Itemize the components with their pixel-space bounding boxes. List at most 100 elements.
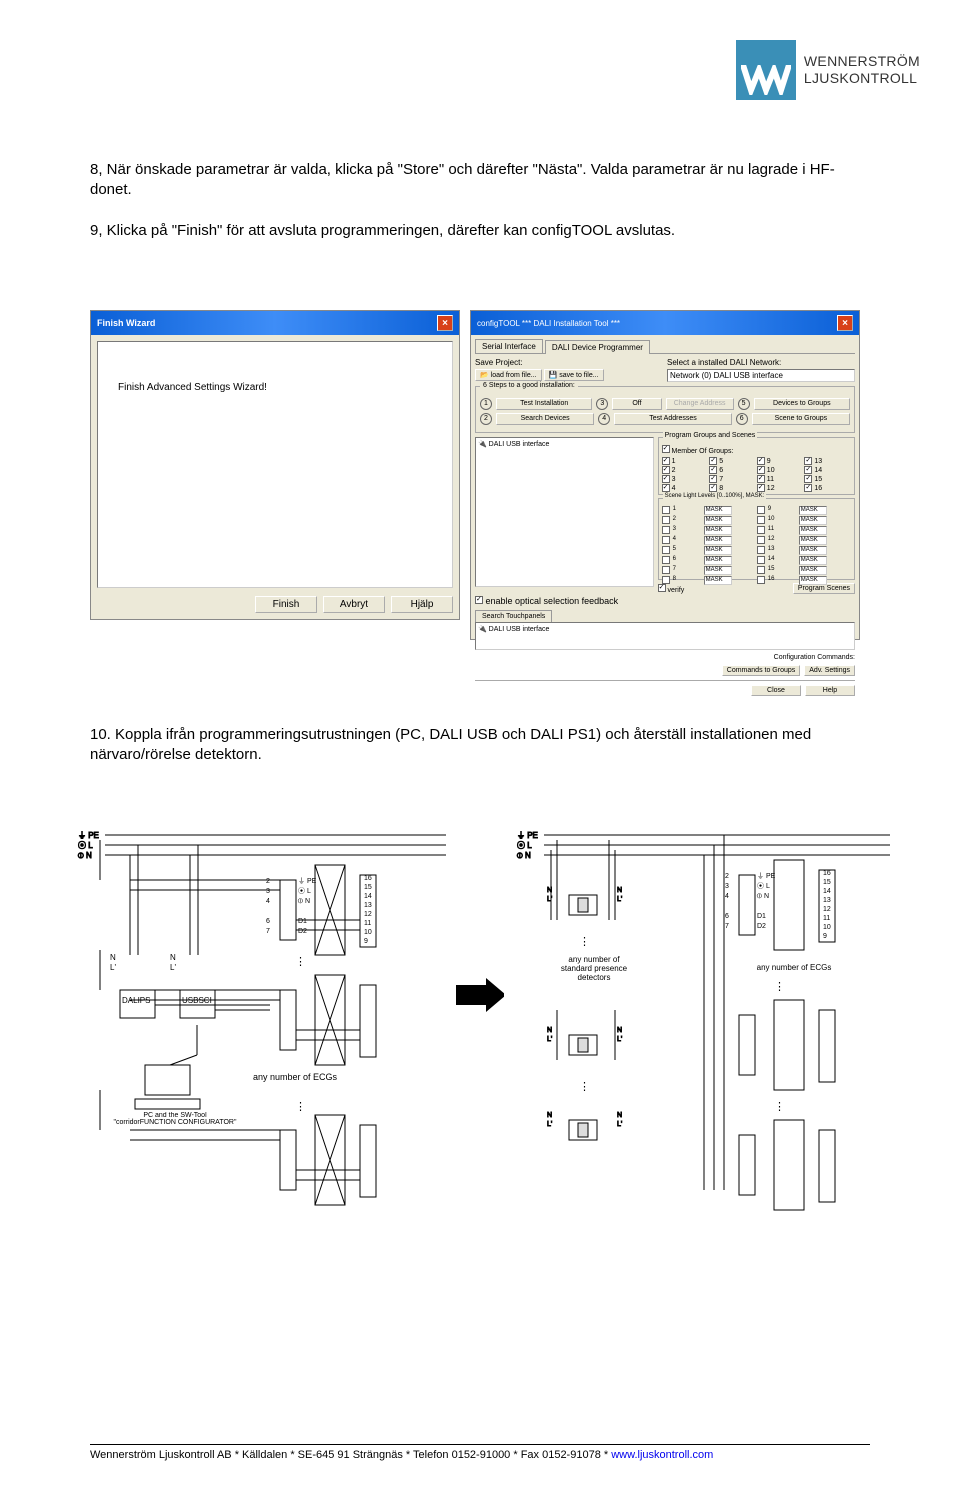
brand-line1: WENNERSTRÖM bbox=[804, 53, 920, 70]
adv-settings-button[interactable]: Adv. Settings bbox=[804, 665, 855, 676]
scene-input[interactable]: MASK bbox=[799, 526, 827, 535]
group-checkbox[interactable] bbox=[709, 466, 717, 474]
svg-text:⏚ PE: ⏚ PE bbox=[298, 877, 317, 885]
tab-search-touchpanels[interactable]: Search Touchpanels bbox=[475, 610, 552, 622]
help-button[interactable]: Hjälp bbox=[391, 596, 453, 613]
scene-checkbox[interactable] bbox=[662, 536, 670, 544]
group-checkbox[interactable] bbox=[757, 484, 765, 492]
scene-input[interactable]: MASK bbox=[704, 526, 732, 535]
load-file-button[interactable]: 📂 load from file... bbox=[475, 369, 542, 381]
svg-text:⦿ L: ⦿ L bbox=[298, 887, 311, 895]
wiring-diagram-area: ⏚ PE ⦿ L ⦶ N bbox=[70, 810, 890, 1260]
close-icon[interactable]: × bbox=[837, 315, 853, 331]
group-checkbox[interactable] bbox=[709, 475, 717, 483]
close-icon[interactable]: × bbox=[437, 315, 453, 331]
svg-text:L': L' bbox=[617, 1121, 622, 1128]
cancel-button[interactable]: Avbryt bbox=[323, 596, 385, 613]
scene-checkbox[interactable] bbox=[662, 566, 670, 574]
scene-checkbox[interactable] bbox=[757, 506, 765, 514]
svg-text:L': L' bbox=[547, 1121, 552, 1128]
device-list[interactable]: 🔌 DALI USB interface bbox=[475, 437, 654, 587]
scene-input[interactable]: MASK bbox=[799, 556, 827, 565]
commands-to-groups-button[interactable]: Commands to Groups bbox=[722, 665, 800, 676]
svg-text:14: 14 bbox=[364, 893, 372, 900]
scene-checkbox[interactable] bbox=[662, 506, 670, 514]
group-checkbox[interactable] bbox=[662, 457, 670, 465]
footer-link[interactable]: www.ljuskontroll.com bbox=[611, 1449, 713, 1461]
scene-input[interactable]: MASK bbox=[799, 536, 827, 545]
svg-text:⦿ L: ⦿ L bbox=[517, 841, 532, 850]
scene-checkbox[interactable] bbox=[757, 566, 765, 574]
save-file-button[interactable]: 💾 save to file... bbox=[544, 369, 604, 381]
group-checkbox[interactable] bbox=[709, 457, 717, 465]
tab-serial-interface[interactable]: Serial Interface bbox=[475, 339, 543, 353]
scene-checkbox[interactable] bbox=[662, 556, 670, 564]
help-button[interactable]: Help bbox=[805, 685, 855, 696]
scene-checkbox[interactable] bbox=[757, 556, 765, 564]
svg-text:N: N bbox=[110, 953, 116, 962]
group-checkbox[interactable] bbox=[662, 466, 670, 474]
scene-checkbox[interactable] bbox=[662, 526, 670, 534]
svg-text:6: 6 bbox=[725, 913, 729, 920]
scene-checkbox[interactable] bbox=[757, 526, 765, 534]
scene-checkbox[interactable] bbox=[662, 516, 670, 524]
scene-input[interactable]: MASK bbox=[799, 546, 827, 555]
wizard-message: Finish Advanced Settings Wizard! bbox=[118, 382, 267, 393]
group-checkbox[interactable] bbox=[709, 484, 717, 492]
scene-checkbox[interactable] bbox=[757, 536, 765, 544]
group-checkbox[interactable] bbox=[662, 475, 670, 483]
group-checkbox[interactable] bbox=[757, 466, 765, 474]
scene-input[interactable]: MASK bbox=[799, 576, 827, 585]
scene-checkbox[interactable] bbox=[757, 576, 765, 584]
steps-title: 6 Steps to a good installation: bbox=[480, 382, 578, 389]
svg-text:⦶ N: ⦶ N bbox=[298, 898, 310, 905]
scene-input[interactable]: MASK bbox=[704, 576, 732, 585]
close-button[interactable]: Close bbox=[751, 685, 801, 696]
svg-text:14: 14 bbox=[823, 888, 831, 895]
network-select[interactable]: Network (0) DALI USB interface bbox=[667, 369, 855, 382]
scene-input[interactable]: MASK bbox=[704, 516, 732, 525]
group-checkbox[interactable] bbox=[804, 457, 812, 465]
svg-text:12: 12 bbox=[364, 911, 372, 918]
scene-input[interactable]: MASK bbox=[704, 506, 732, 515]
svg-text:10: 10 bbox=[823, 924, 831, 931]
step-off[interactable]: Off bbox=[612, 398, 661, 410]
scene-input[interactable]: MASK bbox=[704, 556, 732, 565]
group-checkbox[interactable] bbox=[804, 466, 812, 474]
svg-text:13: 13 bbox=[823, 897, 831, 904]
scene-input[interactable]: MASK bbox=[799, 566, 827, 575]
svg-text:L': L' bbox=[170, 963, 176, 972]
step-devices-groups[interactable]: Devices to Groups bbox=[754, 398, 850, 410]
svg-text:2: 2 bbox=[725, 873, 729, 880]
paragraph-10: 10. Koppla ifrån programmeringsutrustnin… bbox=[90, 725, 870, 766]
scene-checkbox[interactable] bbox=[662, 546, 670, 554]
scene-input[interactable]: MASK bbox=[799, 506, 827, 515]
group-checkbox[interactable] bbox=[757, 457, 765, 465]
svg-text:⏚ PE: ⏚ PE bbox=[78, 831, 99, 840]
scene-input[interactable]: MASK bbox=[704, 566, 732, 575]
scene-input[interactable]: MASK bbox=[799, 516, 827, 525]
svg-text:D2: D2 bbox=[757, 923, 766, 930]
group-checkbox[interactable] bbox=[757, 475, 765, 483]
finish-button[interactable]: Finish bbox=[255, 596, 317, 613]
step-search-devices[interactable]: Search Devices bbox=[496, 413, 594, 425]
step-scene-groups[interactable]: Scene to Groups bbox=[752, 413, 850, 425]
scene-checkbox[interactable] bbox=[757, 546, 765, 554]
brand-mark bbox=[736, 40, 796, 100]
step-change-address[interactable]: Change Address bbox=[666, 398, 734, 410]
svg-text:⋮: ⋮ bbox=[295, 956, 306, 968]
scene-checkbox[interactable] bbox=[757, 516, 765, 524]
step-test-installation[interactable]: Test Installation bbox=[496, 398, 592, 410]
group-checkbox[interactable] bbox=[662, 484, 670, 492]
svg-text:D1: D1 bbox=[298, 918, 307, 925]
verify-checkbox[interactable] bbox=[658, 584, 666, 592]
group-checkbox[interactable] bbox=[804, 484, 812, 492]
svg-text:any number of ECGs: any number of ECGs bbox=[253, 1072, 338, 1082]
scene-input[interactable]: MASK bbox=[704, 546, 732, 555]
step-test-addresses[interactable]: Test Addresses bbox=[614, 413, 732, 425]
optical-feedback-checkbox[interactable] bbox=[475, 596, 483, 604]
group-checkbox[interactable] bbox=[804, 475, 812, 483]
svg-text:⦶ N: ⦶ N bbox=[757, 893, 769, 900]
scene-input[interactable]: MASK bbox=[704, 536, 732, 545]
tab-dali-device-programmer[interactable]: DALI Device Programmer bbox=[545, 340, 650, 354]
